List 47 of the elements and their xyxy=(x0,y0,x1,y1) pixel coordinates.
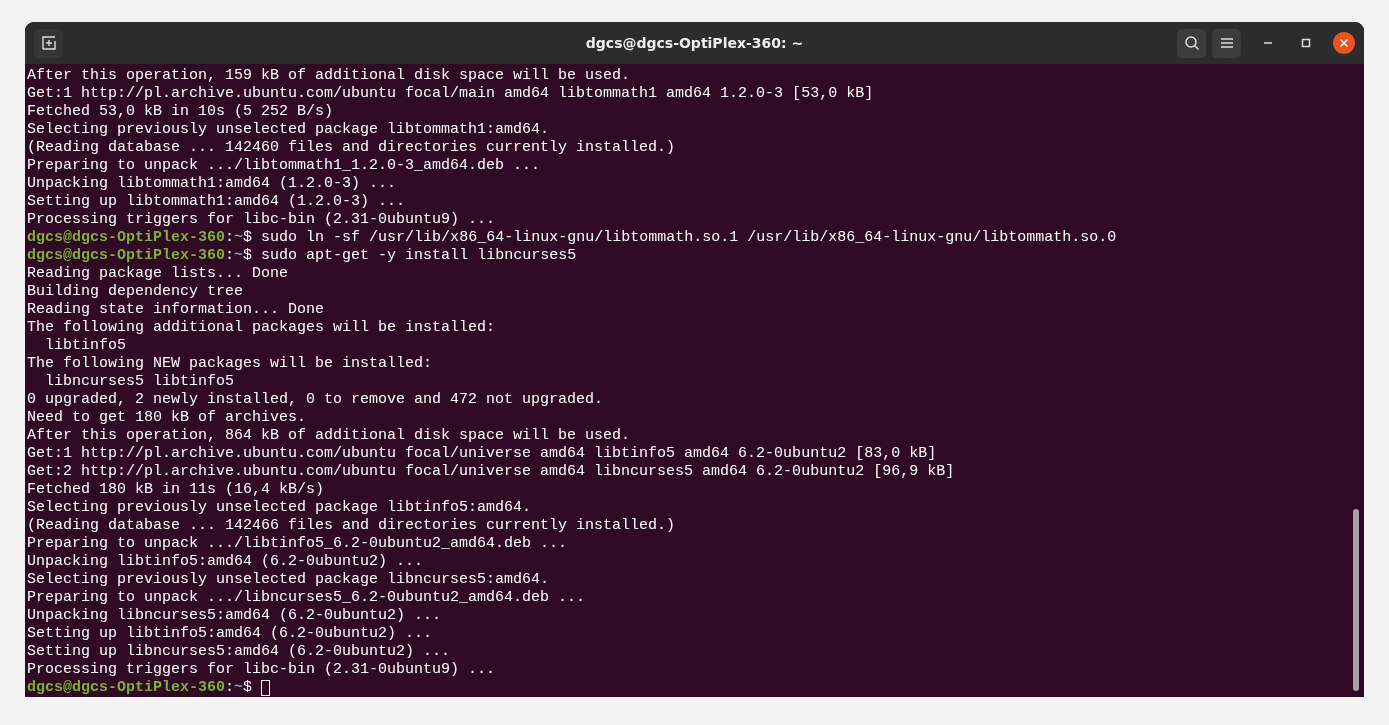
scrollbar-thumb[interactable] xyxy=(1353,509,1359,691)
menu-icon xyxy=(1219,37,1234,49)
terminal-line: Processing triggers for libc-bin (2.31-0ubuntu9) ... xyxy=(27,661,497,679)
terminal-line: Unpacking libtinfo5:amd64 (6.2-0ubuntu2) ... xyxy=(27,553,425,571)
terminal-line: (Reading database ... 142460 files and directories currently installed.) xyxy=(27,139,677,157)
terminal-line: Unpacking libtommath1:amd64 (1.2.0-3) ... xyxy=(27,175,398,193)
terminal-line: Setting up libtinfo5:amd64 (6.2-0ubuntu2) ... xyxy=(27,625,434,643)
terminal-line: The following NEW packages will be installed: xyxy=(27,355,434,373)
prompt-line: dgcs@dgcs-OptiPlex-360:~$ sudo ln -sf /usr/lib/x86_64-linux-gnu/libtommath.so.1 /usr/lib/x86_64-linux-gnu/libtommath.so.0 xyxy=(27,229,1117,247)
terminal-line: (Reading database ... 142466 files and directories currently installed.) xyxy=(27,517,677,535)
close-icon xyxy=(1339,38,1349,48)
terminal-line: Setting up libtommath1:amd64 (1.2.0-3) ... xyxy=(27,193,407,211)
search-icon xyxy=(1183,35,1200,51)
terminal-line: Setting up libncurses5:amd64 (6.2-0ubuntu2) ... xyxy=(27,643,452,661)
terminal-line: Selecting previously unselected package libncurses5:amd64. xyxy=(27,571,551,589)
minimize-icon xyxy=(1264,42,1272,44)
window-title: dgcs@dgcs-OptiPlex-360: ~ xyxy=(584,35,805,51)
terminal-line: Get:1 http://pl.archive.ubuntu.com/ubuntu focal/universe amd64 libtinfo5 amd64 6.2-0ubuntu2 [83,0 kB] xyxy=(27,445,938,463)
terminal-line: Get:1 http://pl.archive.ubuntu.com/ubuntu focal/main amd64 libtommath1 amd64 1.2.0-3 [53,0 kB] xyxy=(27,85,875,103)
prompt-line: dgcs@dgcs-OptiPlex-360:~$ xyxy=(27,679,253,697)
menu-button[interactable] xyxy=(1212,28,1241,58)
terminal-line: 0 upgraded, 2 newly installed, 0 to remove and 472 not upgraded. xyxy=(27,391,605,409)
terminal-line: Selecting previously unselected package libtinfo5:amd64. xyxy=(27,499,533,517)
terminal-line: Fetched 180 kB in 11s (16,4 kB/s) xyxy=(27,481,326,499)
maximize-icon xyxy=(1301,38,1311,48)
terminal-line: Fetched 53,0 kB in 10s (5 252 B/s) xyxy=(27,103,335,121)
terminal-line: Preparing to unpack .../libncurses5_6.2-0ubuntu2_amd64.deb ... xyxy=(27,589,587,607)
close-button[interactable] xyxy=(1333,32,1355,54)
terminal-line: Need to get 180 kB of archives. xyxy=(27,409,308,427)
prompt-line: dgcs@dgcs-OptiPlex-360:~$ sudo apt-get -y install libncurses5 xyxy=(27,247,577,265)
terminal-line: The following additional packages will be installed: xyxy=(27,319,497,337)
new-tab-icon xyxy=(40,35,57,51)
terminal-line: libtinfo5 xyxy=(44,337,128,355)
terminal-line: Preparing to unpack .../libtinfo5_6.2-0ubuntu2_amd64.deb ... xyxy=(27,535,569,553)
terminal-line: Building dependency tree xyxy=(27,283,245,301)
terminal-line: Unpacking libncurses5:amd64 (6.2-0ubuntu2) ... xyxy=(27,607,443,625)
terminal-line: After this operation, 159 kB of additional disk space will be used. xyxy=(27,67,632,85)
search-button[interactable] xyxy=(1177,28,1206,58)
terminal-line: Reading package lists... Done xyxy=(27,265,290,283)
terminal-line: Reading state information... Done xyxy=(27,301,326,319)
terminal-line: Get:2 http://pl.archive.ubuntu.com/ubuntu focal/universe amd64 libncurses5 amd64 6.2-0ubuntu2 [96,9 kB] xyxy=(27,463,956,481)
new-tab-button[interactable] xyxy=(34,28,63,58)
terminal-line: Preparing to unpack .../libtommath1_1.2.0-3_amd64.deb ... xyxy=(27,157,542,175)
terminal-line: After this operation, 864 kB of additional disk space will be used. xyxy=(27,427,632,445)
terminal-line: Processing triggers for libc-bin (2.31-0ubuntu9) ... xyxy=(27,211,497,229)
terminal-line: libncurses5 libtinfo5 xyxy=(44,373,236,391)
terminal-line: Selecting previously unselected package libtommath1:amd64. xyxy=(27,121,551,139)
